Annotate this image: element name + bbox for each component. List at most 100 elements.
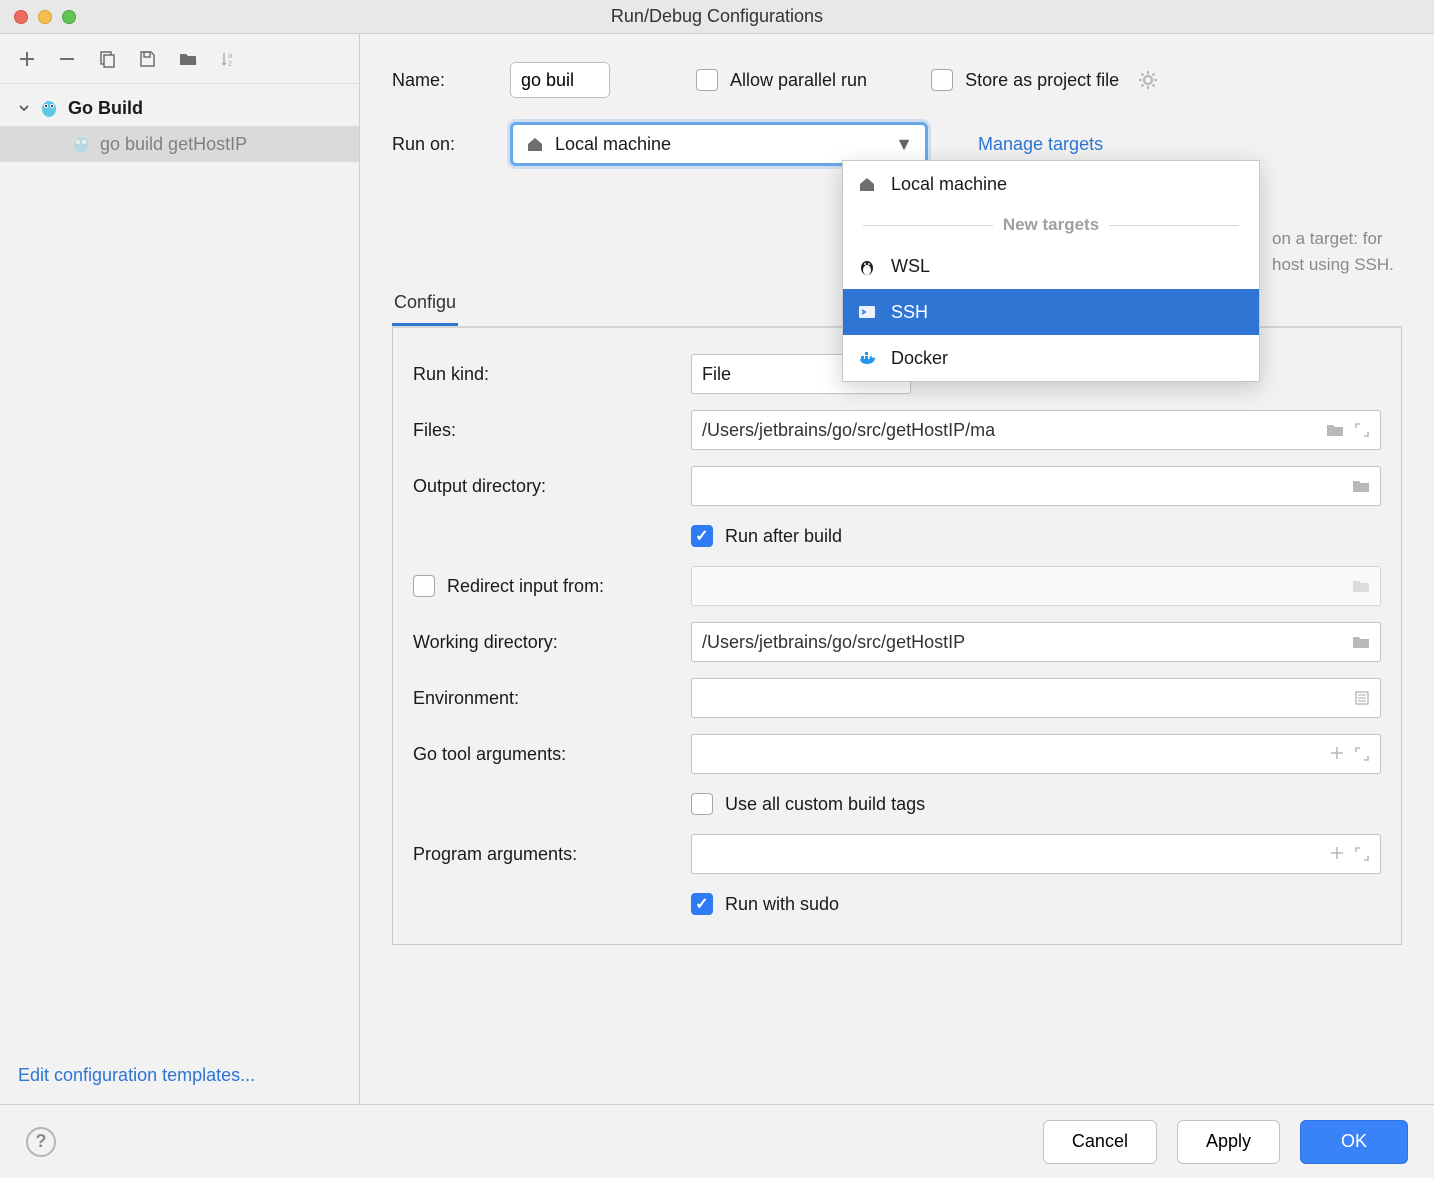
expand-icon[interactable] [1354, 422, 1370, 438]
gotool-label: Go tool arguments: [413, 744, 673, 765]
redirect-input [691, 566, 1381, 606]
dd-item-label: SSH [891, 302, 928, 323]
remove-icon[interactable] [58, 50, 76, 68]
tree-group-label: Go Build [68, 98, 143, 119]
tree-group-go-build[interactable]: Go Build [0, 90, 359, 126]
runon-label: Run on: [392, 134, 492, 155]
files-input[interactable]: /Users/jetbrains/go/src/getHostIP/ma [691, 410, 1381, 450]
runon-dropdown: Local machine New targets WSL SSH Docker [842, 160, 1260, 382]
gotool-input[interactable] [691, 734, 1381, 774]
copy-icon[interactable] [98, 50, 116, 68]
workdir-label: Working directory: [413, 632, 673, 653]
save-icon[interactable] [138, 50, 156, 68]
add-icon[interactable] [1330, 846, 1344, 862]
store-project-label: Store as project file [965, 70, 1119, 91]
browse-folder-icon[interactable] [1352, 478, 1370, 494]
manage-targets-link[interactable]: Manage targets [978, 134, 1103, 155]
name-input[interactable] [510, 62, 610, 98]
caret-down-icon: ▼ [895, 134, 913, 155]
name-label: Name: [392, 70, 492, 91]
list-icon[interactable] [1354, 690, 1370, 706]
files-value: /Users/jetbrains/go/src/getHostIP/ma [702, 420, 995, 441]
apply-button[interactable]: Apply [1177, 1120, 1280, 1164]
expand-icon[interactable] [1354, 846, 1370, 862]
dd-local-machine[interactable]: Local machine [843, 161, 1259, 207]
name-row: Name: Allow parallel run Store as projec… [392, 62, 1402, 98]
progargs-input[interactable] [691, 834, 1381, 874]
sidebar-footer: Edit configuration templates... [0, 1047, 359, 1104]
runon-selected: Local machine [555, 134, 671, 155]
dd-separator: New targets [843, 207, 1259, 243]
run-kind-label: Run kind: [413, 364, 673, 385]
allow-parallel-checkbox[interactable] [696, 69, 718, 91]
sort-icon[interactable]: az [220, 50, 238, 68]
dd-ssh[interactable]: SSH [843, 289, 1259, 335]
close-icon[interactable] [14, 10, 28, 24]
chevron-down-icon [18, 102, 30, 114]
store-project-checkbox[interactable] [931, 69, 953, 91]
workdir-input[interactable]: /Users/jetbrains/go/src/getHostIP [691, 622, 1381, 662]
row-use-tags[interactable]: Use all custom build tags [691, 782, 1381, 826]
runon-hint: on a target: for host using SSH. [1272, 226, 1400, 277]
run-kind-value: File [702, 364, 731, 385]
tree-item-label: go build getHostIP [100, 134, 247, 155]
run-after-build-checkbox[interactable] [691, 525, 713, 547]
maximize-icon[interactable] [62, 10, 76, 24]
sidebar: + az Go Build go build getHostIP Edit co… [0, 34, 360, 1104]
files-label: Files: [413, 420, 673, 441]
window-controls [0, 10, 76, 24]
use-tags-checkbox[interactable] [691, 793, 713, 815]
expand-icon[interactable] [1354, 746, 1370, 762]
gopher-icon [38, 97, 60, 119]
env-input[interactable] [691, 678, 1381, 718]
dialog-window: Run/Debug Configurations + az Go Build [0, 0, 1434, 1178]
form-area: Name: Allow parallel run Store as projec… [360, 34, 1434, 1104]
help-icon[interactable]: ? [26, 1127, 56, 1157]
svg-text:+: + [192, 58, 197, 68]
dd-item-label: Local machine [891, 174, 1007, 195]
row-env: Environment: [413, 670, 1381, 726]
allow-parallel-group[interactable]: Allow parallel run [696, 69, 867, 91]
gear-icon[interactable] [1137, 69, 1159, 91]
env-label: Environment: [413, 688, 673, 709]
docker-icon [857, 348, 877, 368]
dialog-buttons: ? Cancel Apply OK [0, 1104, 1434, 1178]
add-icon[interactable] [1330, 746, 1344, 762]
cancel-button[interactable]: Cancel [1043, 1120, 1157, 1164]
add-icon[interactable] [18, 50, 36, 68]
dd-docker[interactable]: Docker [843, 335, 1259, 381]
dd-wsl[interactable]: WSL [843, 243, 1259, 289]
main-area: Name: Allow parallel run Store as projec… [360, 34, 1434, 1104]
svg-text:z: z [228, 59, 232, 68]
ok-button[interactable]: OK [1300, 1120, 1408, 1164]
content-area: + az Go Build go build getHostIP Edit co… [0, 34, 1434, 1104]
config-panel: Run kind: File ▾ Files: /Users/jetbrains… [392, 328, 1402, 945]
hint-line-1: on a target: for [1272, 226, 1400, 252]
outdir-input[interactable] [691, 466, 1381, 506]
browse-folder-icon[interactable] [1326, 422, 1344, 438]
dd-item-label: WSL [891, 256, 930, 277]
row-gotool: Go tool arguments: [413, 726, 1381, 782]
tab-configuration[interactable]: Configu [392, 282, 458, 326]
hint-line-2: host using SSH. [1272, 252, 1400, 278]
config-tree: Go Build go build getHostIP [0, 84, 359, 1047]
run-sudo-checkbox[interactable] [691, 893, 713, 915]
row-redirect: Redirect input from: [413, 558, 1381, 614]
store-project-group[interactable]: Store as project file [931, 69, 1119, 91]
row-run-after-build[interactable]: Run after build [691, 514, 1381, 558]
edit-templates-link[interactable]: Edit configuration templates... [18, 1065, 255, 1085]
row-run-sudo[interactable]: Run with sudo [691, 882, 1381, 926]
outdir-label: Output directory: [413, 476, 673, 497]
browse-folder-icon[interactable] [1352, 634, 1370, 650]
minimize-icon[interactable] [38, 10, 52, 24]
row-outdir: Output directory: [413, 458, 1381, 514]
redirect-checkbox[interactable] [413, 575, 435, 597]
titlebar: Run/Debug Configurations [0, 0, 1434, 34]
folder-icon[interactable]: + [178, 50, 198, 68]
window-title: Run/Debug Configurations [0, 6, 1434, 27]
row-files: Files: /Users/jetbrains/go/src/getHostIP… [413, 402, 1381, 458]
house-icon [857, 174, 877, 194]
dd-item-label: Docker [891, 348, 948, 369]
workdir-value: /Users/jetbrains/go/src/getHostIP [702, 632, 965, 653]
tree-item-go-build-gethostip[interactable]: go build getHostIP [0, 126, 359, 162]
